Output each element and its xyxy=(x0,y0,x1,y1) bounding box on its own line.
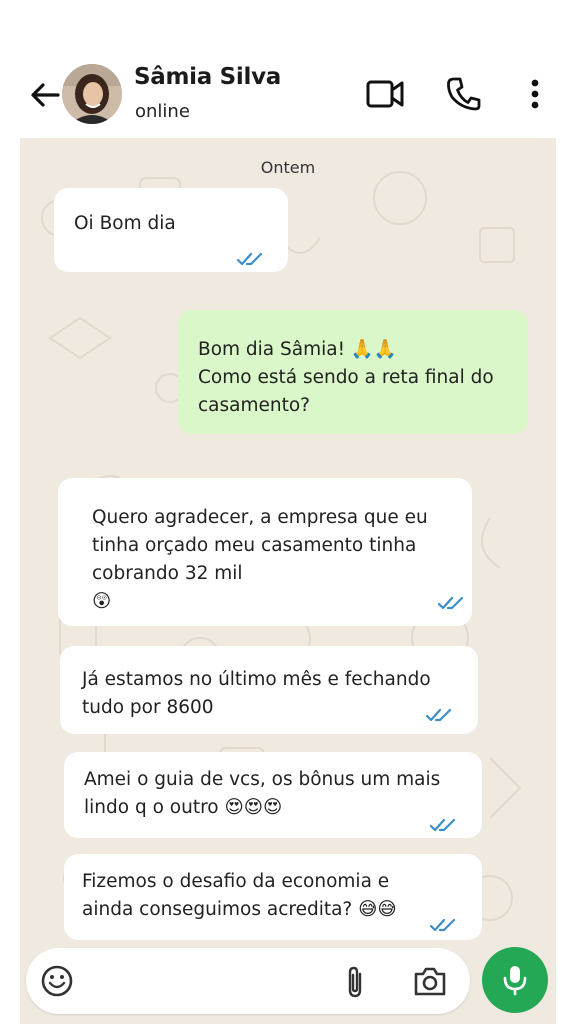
more-vertical-icon[interactable] xyxy=(526,76,544,112)
emoji-icon[interactable] xyxy=(40,964,74,998)
message-text: Quero agradecer, a empresa que eu tinha … xyxy=(92,507,428,612)
read-receipt-icon xyxy=(237,252,263,266)
date-label: Ontem xyxy=(260,158,316,177)
read-receipt-icon xyxy=(430,918,456,932)
microphone-icon xyxy=(503,966,527,996)
message-incoming[interactable]: Já estamos no último mês e fechando tudo… xyxy=(60,646,478,734)
message-incoming[interactable]: Oi Bom dia xyxy=(54,188,288,272)
camera-icon[interactable] xyxy=(412,964,448,998)
read-receipt-icon xyxy=(438,596,464,610)
contact-name[interactable]: Sâmia Silva xyxy=(134,64,281,90)
message-incoming[interactable]: Fizemos o desafio da economia e ainda co… xyxy=(64,854,482,940)
message-text: Amei o guia de vcs, os bônus um mais lin… xyxy=(84,769,441,818)
avatar[interactable] xyxy=(62,64,122,124)
video-camera-icon[interactable] xyxy=(366,76,404,112)
contact-status: online xyxy=(135,101,190,122)
read-receipt-icon xyxy=(430,818,456,832)
message-input[interactable] xyxy=(26,948,470,1014)
message-text: Já estamos no último mês e fechando tudo… xyxy=(82,669,431,718)
chat-area[interactable]: Ontem Oi Bom dia Bom dia Sâmia! 🙏🙏 Como … xyxy=(20,138,556,946)
arrow-left-icon[interactable] xyxy=(28,78,62,112)
phone-icon[interactable] xyxy=(446,76,482,112)
message-text: Oi Bom dia xyxy=(74,213,176,234)
paperclip-icon[interactable] xyxy=(342,964,368,1000)
message-text: Fizemos o desafio da economia e ainda co… xyxy=(82,871,397,920)
message-text: Bom dia Sâmia! 🙏🙏 Como está sendo a reta… xyxy=(198,339,494,416)
message-incoming[interactable]: Amei o guia de vcs, os bônus um mais lin… xyxy=(64,752,482,838)
message-outgoing[interactable]: Bom dia Sâmia! 🙏🙏 Como está sendo a reta… xyxy=(178,310,528,434)
chat-header: Sâmia Silva online xyxy=(0,0,576,138)
voice-message-button[interactable] xyxy=(482,947,548,1013)
message-incoming[interactable]: Quero agradecer, a empresa que eu tinha … xyxy=(58,478,472,626)
read-receipt-icon xyxy=(426,708,452,722)
avatar-photo xyxy=(62,64,122,124)
